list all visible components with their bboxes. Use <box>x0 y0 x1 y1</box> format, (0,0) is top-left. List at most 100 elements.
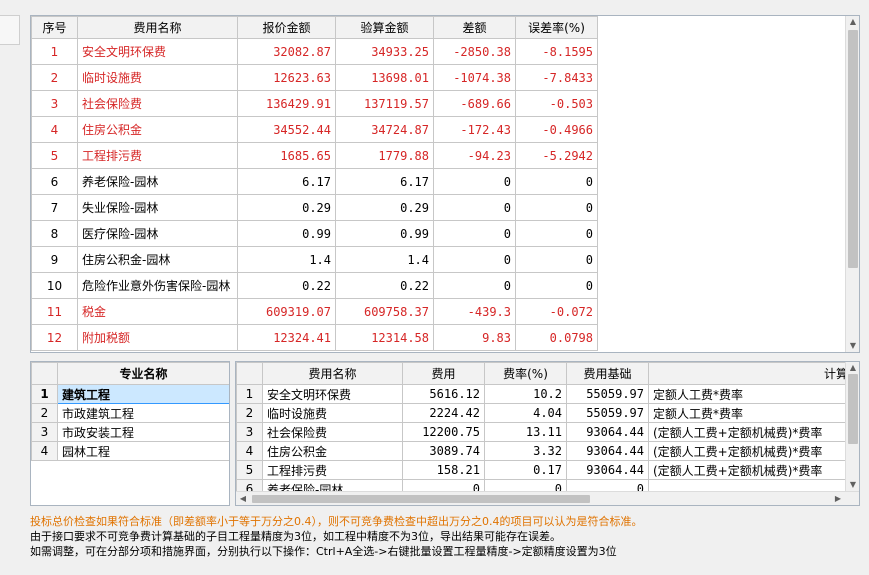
table-row[interactable]: 3 社会保险费 136429.91 137119.57 -689.66 -0.503 <box>31 90 598 117</box>
scrollbar-thumb[interactable] <box>848 374 858 444</box>
difference-cell[interactable]: 0 <box>433 246 516 273</box>
formula-cell[interactable]: (定额人工费+定额机械费)*费率 <box>648 460 859 480</box>
fee-name-cell[interactable]: 临时设施费 <box>77 64 238 91</box>
fee-name-cell[interactable]: 社会保险费 <box>77 90 238 117</box>
profession-name-cell[interactable]: 园林工程 <box>57 441 229 461</box>
fee-name-cell[interactable]: 住房公积金-园林 <box>77 246 238 273</box>
quote-amount-cell[interactable]: 136429.91 <box>237 90 336 117</box>
fee-name-cell[interactable]: 危险作业意外伤害保险-园林 <box>77 272 238 299</box>
fee-cell[interactable]: 158.21 <box>402 460 485 480</box>
error-rate-cell[interactable]: 0 <box>515 246 598 273</box>
formula-cell[interactable]: (定额人工费+定额机械费)*费率 <box>648 441 859 461</box>
table-row[interactable]: 4 住房公积金 34552.44 34724.87 -172.43 -0.4966 <box>31 116 598 143</box>
table-row[interactable]: 1 安全文明环保费 32082.87 34933.25 -2850.38 -8.1595 <box>31 38 598 65</box>
col-header-fee[interactable]: 费用 <box>402 362 485 385</box>
fee-name-cell[interactable]: 社会保险费 <box>262 422 403 442</box>
quote-amount-cell[interactable]: 609319.07 <box>237 298 336 325</box>
list-item[interactable]: 4 园林工程 <box>31 441 229 461</box>
error-rate-cell[interactable]: 0 <box>515 272 598 299</box>
table-row[interactable]: 8 医疗保险-园林 0.99 0.99 0 0 <box>31 220 598 247</box>
table-row[interactable]: 4 住房公积金 3089.74 3.32 93064.44 (定额人工费+定额机械费)*费… <box>236 441 859 461</box>
list-item[interactable]: 3 市政安装工程 <box>31 422 229 442</box>
scroll-up-icon[interactable]: ▲ <box>846 362 859 374</box>
quote-amount-cell[interactable]: 0.99 <box>237 220 336 247</box>
base-cell[interactable]: 55059.97 <box>566 403 649 423</box>
check-amount-cell[interactable]: 0.99 <box>335 220 434 247</box>
quote-amount-cell[interactable]: 0.29 <box>237 194 336 221</box>
table-row[interactable]: 11 税金 609319.07 609758.37 -439.3 -0.072 <box>31 298 598 325</box>
error-rate-cell[interactable]: 0 <box>515 220 598 247</box>
col-header-formula[interactable]: 计算公式 <box>648 362 859 385</box>
check-amount-cell[interactable]: 12314.58 <box>335 324 434 351</box>
scrollbar-thumb[interactable] <box>252 495 590 503</box>
horizontal-scrollbar[interactable]: ◀ ▶ <box>236 491 859 505</box>
scroll-left-icon[interactable]: ◀ <box>236 492 250 505</box>
difference-cell[interactable]: -689.66 <box>433 90 516 117</box>
fee-cell[interactable]: 2224.42 <box>402 403 485 423</box>
quote-amount-cell[interactable]: 1.4 <box>237 246 336 273</box>
list-item[interactable]: 1 建筑工程 <box>31 384 229 404</box>
table-row[interactable]: 12 附加税额 12324.41 12314.58 9.83 0.0798 <box>31 324 598 351</box>
error-rate-cell[interactable]: -5.2942 <box>515 142 598 169</box>
formula-cell[interactable]: (定额人工费+定额机械费)*费率 <box>648 422 859 442</box>
difference-cell[interactable]: 0 <box>433 194 516 221</box>
fee-name-cell[interactable]: 住房公积金 <box>262 441 403 461</box>
col-header-profession-name[interactable]: 专业名称 <box>57 362 229 385</box>
col-header-error-rate[interactable]: 误差率(%) <box>515 16 598 39</box>
difference-cell[interactable]: 0 <box>433 220 516 247</box>
vertical-scrollbar[interactable]: ▲ ▼ <box>845 16 859 352</box>
fee-name-cell[interactable]: 安全文明环保费 <box>262 384 403 404</box>
formula-cell[interactable]: 定额人工费*费率 <box>648 403 859 423</box>
table-row[interactable]: 3 社会保险费 12200.75 13.11 93064.44 (定额人工费+定额机械费)… <box>236 422 859 442</box>
table-row[interactable]: 1 安全文明环保费 5616.12 10.2 55059.97 定额人工费*费率 <box>236 384 859 404</box>
error-rate-cell[interactable]: 0.0798 <box>515 324 598 351</box>
error-rate-cell[interactable]: -7.8433 <box>515 64 598 91</box>
fee-name-cell[interactable]: 临时设施费 <box>262 403 403 423</box>
rate-cell[interactable]: 3.32 <box>484 441 567 461</box>
error-rate-cell[interactable]: 0 <box>515 194 598 221</box>
quote-amount-cell[interactable]: 34552.44 <box>237 116 336 143</box>
difference-cell[interactable]: 0 <box>433 168 516 195</box>
table-row[interactable]: 9 住房公积金-园林 1.4 1.4 0 0 <box>31 246 598 273</box>
fee-name-cell[interactable]: 养老保险-园林 <box>77 168 238 195</box>
error-rate-cell[interactable]: -0.503 <box>515 90 598 117</box>
rate-cell[interactable]: 13.11 <box>484 422 567 442</box>
table-row[interactable]: 5 工程排污费 1685.65 1779.88 -94.23 -5.2942 <box>31 142 598 169</box>
col-header-quote-amount[interactable]: 报价金额 <box>237 16 336 39</box>
quote-amount-cell[interactable]: 0.22 <box>237 272 336 299</box>
fee-cell[interactable]: 5616.12 <box>402 384 485 404</box>
check-amount-cell[interactable]: 137119.57 <box>335 90 434 117</box>
scroll-up-icon[interactable]: ▲ <box>846 16 859 28</box>
fee-name-cell[interactable]: 住房公积金 <box>77 116 238 143</box>
difference-cell[interactable]: 0 <box>433 272 516 299</box>
base-cell[interactable]: 93064.44 <box>566 460 649 480</box>
difference-cell[interactable]: -2850.38 <box>433 38 516 65</box>
scroll-down-icon[interactable]: ▼ <box>846 340 859 352</box>
table-row[interactable]: 2 临时设施费 2224.42 4.04 55059.97 定额人工费*费率 <box>236 403 859 423</box>
check-amount-cell[interactable]: 609758.37 <box>335 298 434 325</box>
fee-name-cell[interactable]: 安全文明环保费 <box>77 38 238 65</box>
side-panel-button[interactable] <box>0 15 20 45</box>
col-header-fee-name[interactable]: 费用名称 <box>262 362 403 385</box>
rate-cell[interactable]: 4.04 <box>484 403 567 423</box>
table-row[interactable]: 2 临时设施费 12623.63 13698.01 -1074.38 -7.8433 <box>31 64 598 91</box>
fee-name-cell[interactable]: 税金 <box>77 298 238 325</box>
col-header-rate[interactable]: 费率(%) <box>484 362 567 385</box>
error-rate-cell[interactable]: -8.1595 <box>515 38 598 65</box>
quote-amount-cell[interactable]: 32082.87 <box>237 38 336 65</box>
difference-cell[interactable]: -439.3 <box>433 298 516 325</box>
check-amount-cell[interactable]: 1.4 <box>335 246 434 273</box>
col-header-base[interactable]: 费用基础 <box>566 362 649 385</box>
error-rate-cell[interactable]: 0 <box>515 168 598 195</box>
profession-name-cell[interactable]: 建筑工程 <box>57 384 229 404</box>
difference-cell[interactable]: -172.43 <box>433 116 516 143</box>
base-cell[interactable]: 93064.44 <box>566 422 649 442</box>
scroll-right-icon[interactable]: ▶ <box>831 492 845 505</box>
fee-name-cell[interactable]: 工程排污费 <box>77 142 238 169</box>
fee-name-cell[interactable]: 附加税额 <box>77 324 238 351</box>
table-row[interactable]: 7 失业保险-园林 0.29 0.29 0 0 <box>31 194 598 221</box>
col-header-difference[interactable]: 差额 <box>433 16 516 39</box>
quote-amount-cell[interactable]: 12623.63 <box>237 64 336 91</box>
quote-amount-cell[interactable]: 12324.41 <box>237 324 336 351</box>
difference-cell[interactable]: 9.83 <box>433 324 516 351</box>
